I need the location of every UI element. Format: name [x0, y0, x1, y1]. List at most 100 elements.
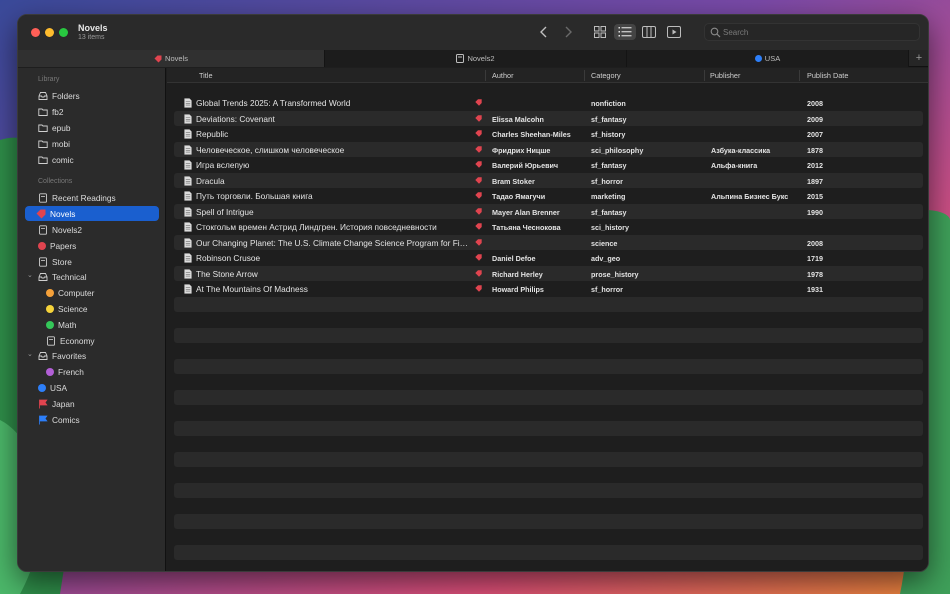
- grid-view-button[interactable]: [589, 24, 611, 40]
- list-view-button[interactable]: [614, 24, 636, 40]
- empty-row: [174, 482, 923, 498]
- cell-title: At The Mountains Of Madness: [196, 284, 308, 294]
- column-header-title[interactable]: Title: [199, 71, 213, 80]
- library-header: Library: [38, 76, 60, 83]
- blue-dot-icon: [754, 55, 762, 62]
- empty-row: [174, 343, 923, 359]
- sidebar-item-japan[interactable]: Japan: [38, 396, 75, 411]
- column-divider[interactable]: [799, 70, 800, 81]
- sidebar-item-french[interactable]: French: [46, 364, 84, 379]
- sidebar-item-mobi[interactable]: mobi: [38, 136, 70, 151]
- forward-button[interactable]: [560, 24, 576, 40]
- add-tab-button[interactable]: +: [909, 50, 928, 67]
- back-button[interactable]: [536, 24, 552, 40]
- table-row[interactable]: Игра вслепую Валерий Юрьевич sf_fantasy Аль…: [174, 157, 923, 173]
- red-tag-icon: [475, 176, 482, 184]
- sidebar-item-comic[interactable]: comic: [38, 152, 74, 167]
- red-tag-icon: [475, 269, 482, 277]
- table-row[interactable]: Spell of Intrigue Mayer Alan Brenner sf_fa…: [174, 203, 923, 219]
- red-tag-icon: [475, 114, 482, 122]
- cell-author: Elissa Malcohn: [492, 114, 544, 124]
- empty-row: [174, 420, 923, 436]
- cell-title: Spell of Intrigue: [196, 206, 254, 217]
- document-icon: [184, 222, 192, 232]
- tab-usa[interactable]: USA: [627, 50, 909, 67]
- sidebar-item-math[interactable]: Math: [46, 317, 76, 332]
- table-row[interactable]: Стокгольм времен Астрид Линдгрен. Истори…: [174, 219, 923, 235]
- table-row[interactable]: Dracula Bram Stoker sf_horror 1897: [174, 172, 923, 188]
- sidebar-item-label: mobi: [52, 138, 70, 149]
- sidebar-item-label: Novels: [50, 208, 76, 219]
- empty-row: [174, 513, 923, 529]
- tab-novels[interactable]: Novels: [18, 50, 325, 67]
- table-row[interactable]: Человеческое, слишком человеческое Фридри…: [174, 141, 923, 157]
- cell-publish-date: 2015: [807, 192, 823, 201]
- table-row[interactable]: Republic Charles Sheehan-Miles sf_history 2…: [174, 126, 923, 142]
- column-header-publisher[interactable]: Publisher: [710, 71, 740, 80]
- column-header-author[interactable]: Author: [492, 71, 514, 80]
- column-header-category[interactable]: Category: [591, 71, 621, 80]
- table-row[interactable]: Global Trends 2025: A Transformed World n…: [174, 95, 923, 111]
- column-divider[interactable]: [584, 70, 585, 81]
- cell-author: Richard Herley: [492, 269, 543, 279]
- document-icon: [184, 206, 192, 217]
- tab-label: Novels2: [467, 54, 495, 63]
- gallery-view-button[interactable]: [663, 24, 685, 40]
- zoom-window-button[interactable]: [59, 28, 68, 37]
- document-icon: [184, 237, 192, 248]
- sidebar-item-novels[interactable]: Novels: [25, 206, 159, 221]
- sidebar-item-label: Folders: [52, 90, 80, 101]
- minimize-window-button[interactable]: [45, 28, 54, 37]
- column-divider[interactable]: [485, 70, 486, 81]
- cell-title: Путь торговли. Большая книга: [196, 191, 313, 201]
- sidebar-item-store[interactable]: Store: [38, 254, 72, 269]
- sidebar-item-economy[interactable]: Economy: [46, 333, 95, 348]
- cell-title: Человеческое, слишком человеческое: [196, 144, 345, 155]
- search-box[interactable]: [704, 23, 920, 41]
- chevron-down-icon[interactable]: ⌄: [27, 350, 33, 358]
- sidebar-item-computer[interactable]: Computer: [46, 285, 94, 300]
- tab-novels2[interactable]: Novels2: [325, 50, 627, 67]
- sidebar-item-label: fb2: [52, 106, 64, 117]
- collections-header: Collections: [38, 178, 73, 185]
- sidebar-item-label: comic: [52, 154, 74, 165]
- table-row[interactable]: The Stone Arrow Richard Herley prose_histo…: [174, 265, 923, 281]
- column-header-publish-date[interactable]: Publish Date: [807, 71, 848, 80]
- empty-row: [174, 544, 923, 560]
- sidebar-item-comics[interactable]: Comics: [38, 412, 80, 427]
- cell-category: adv_geo: [591, 254, 621, 263]
- tray-icon: [38, 272, 48, 281]
- sidebar-item-usa[interactable]: USA: [38, 380, 67, 395]
- folder-icon: [38, 108, 48, 116]
- chevron-down-icon[interactable]: ⌄: [27, 271, 33, 279]
- window-title: Novels: [78, 23, 108, 33]
- sidebar-item-label: Economy: [60, 335, 95, 346]
- cell-author: Charles Sheehan-Miles: [492, 130, 571, 139]
- empty-row: [174, 498, 923, 514]
- column-divider[interactable]: [704, 70, 705, 81]
- search-input[interactable]: [723, 25, 913, 39]
- column-view-button[interactable]: [638, 24, 660, 40]
- red-tag-icon: [475, 238, 482, 246]
- table-row[interactable]: At The Mountains Of Madness Howard Philip…: [174, 281, 923, 297]
- sidebar-item-technical[interactable]: Technical: [38, 269, 87, 284]
- cell-author: Фридрих Ницше: [492, 145, 551, 155]
- smart-folder-icon: [39, 224, 47, 235]
- sidebar-item-science[interactable]: Science: [46, 301, 88, 316]
- table-row[interactable]: Robinson Crusoe Daniel Defoe adv_geo 1719: [174, 250, 923, 266]
- sidebar-item-folders[interactable]: Folders: [38, 88, 80, 103]
- sidebar-item-label: Papers: [50, 240, 77, 251]
- table-row[interactable]: Путь торговли. Большая книга Тадао Ямагуч…: [174, 188, 923, 204]
- document-icon: [184, 175, 192, 186]
- sidebar-item-fb2[interactable]: fb2: [38, 104, 64, 119]
- table-row[interactable]: Deviations: Covenant Elissa Malcohn sf_fan…: [174, 110, 923, 126]
- sidebar-item-favorites[interactable]: Favorites: [38, 348, 86, 363]
- cell-publish-date: 2007: [807, 130, 823, 139]
- sidebar-item-recent-readings[interactable]: Recent Readings: [38, 190, 116, 205]
- sidebar-item-papers[interactable]: Papers: [38, 238, 76, 253]
- close-window-button[interactable]: [31, 28, 40, 37]
- sidebar-item-label: Novels2: [52, 224, 82, 235]
- table-row[interactable]: Our Changing Planet: The U.S. Climate Ch…: [174, 234, 923, 250]
- sidebar-item-epub[interactable]: epub: [38, 120, 70, 135]
- sidebar-item-novels2[interactable]: Novels2: [38, 222, 82, 237]
